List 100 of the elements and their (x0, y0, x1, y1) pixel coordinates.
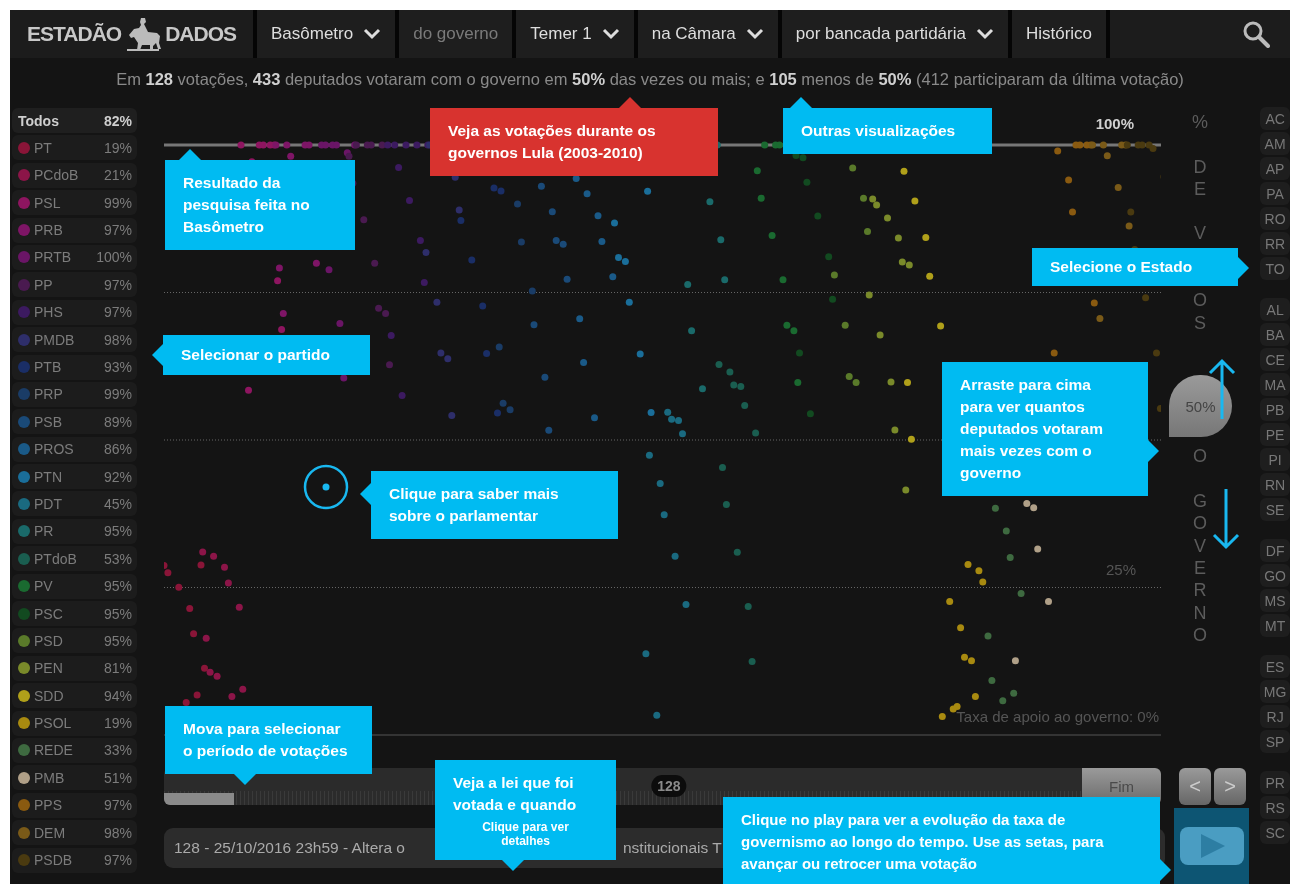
party-percentage: 98% (103, 331, 132, 348)
state-filter-button[interactable]: ES (1260, 655, 1290, 678)
party-name: PSB (34, 413, 62, 430)
party-filter-item[interactable]: SDD 94% (12, 683, 137, 709)
summary-text: Em 128 votações, 433 deputados votaram com o governo em 50% das vezes ou mais; e 105 menos de 50% (412 participaram da última votação) (115, 69, 1185, 90)
party-percentage: 86% (103, 441, 132, 458)
state-filter-button[interactable]: PI (1260, 448, 1290, 471)
help-tooltip[interactable]: Arraste para cima para ver quantos deputados votaram mais vezes com o governo (942, 362, 1148, 496)
state-filter-button[interactable]: RJ (1260, 705, 1290, 728)
party-filter-item[interactable]: PT 19% (12, 135, 137, 161)
party-name: PT (34, 139, 52, 156)
state-filter-button[interactable]: SC (1260, 821, 1290, 844)
party-filter-item[interactable]: PTdoB 53% (12, 546, 137, 572)
help-tooltip[interactable]: Mova para selecionar o período de votações (165, 706, 372, 774)
play-button[interactable] (1179, 827, 1244, 865)
party-name: DEM (34, 824, 66, 841)
party-filter-item[interactable]: PDT 45% (12, 491, 137, 517)
party-percentage: 51% (103, 769, 132, 786)
party-filter-item[interactable]: PCdoB 21% (12, 162, 137, 188)
help-tooltip[interactable]: Clique para saber mais sobre o parlamentar (371, 471, 618, 539)
state-filter-button[interactable]: CE (1260, 348, 1290, 371)
state-filter-button[interactable]: SE (1260, 498, 1290, 521)
party-filter-item[interactable]: PRP 99% (12, 381, 137, 407)
state-filter-button[interactable]: AL (1260, 298, 1290, 321)
party-percentage: 97% (103, 222, 132, 239)
slider-thumb[interactable]: 128 (651, 775, 687, 797)
help-tooltip[interactable]: Selecione o Estado (1032, 248, 1238, 286)
range-handle[interactable] (164, 793, 234, 805)
party-filter-item[interactable]: PEN 81% (12, 655, 137, 681)
logo-text: DADOS (165, 22, 236, 46)
help-tooltip[interactable]: Resultado da pesquisa feita no Basômetro (165, 160, 355, 250)
search-icon[interactable] (1242, 20, 1270, 48)
callout-text: Selecione o Estado (1050, 257, 1194, 277)
step-button[interactable]: < (1179, 768, 1211, 805)
help-tooltip[interactable]: Veja a lei que foi votada e quando Clique para ver detalhes (435, 760, 616, 860)
step-button[interactable]: > (1214, 768, 1246, 805)
state-filter-button[interactable]: PE (1260, 423, 1290, 446)
state-filter-button[interactable]: RN (1260, 473, 1290, 496)
axis-letters: DE (1192, 155, 1208, 201)
party-name: PSC (34, 605, 63, 622)
party-filter-item[interactable]: PSC 95% (12, 601, 137, 627)
party-filter-item[interactable]: PV 95% (12, 573, 137, 599)
party-filter-item[interactable]: PTB 93% (12, 354, 137, 380)
state-filter-button[interactable]: MS (1260, 589, 1290, 612)
state-filter-button[interactable]: BA (1260, 323, 1290, 346)
axis-letters: V (1193, 222, 1207, 245)
party-percentage: 93% (103, 359, 132, 375)
state-filter-button[interactable]: SP (1260, 730, 1290, 753)
state-filter-button[interactable]: RR (1260, 232, 1290, 255)
axis-letters: GOVERNO (1192, 490, 1208, 647)
state-filter-button[interactable]: AM (1260, 132, 1290, 155)
party-filter-item[interactable]: PSB 89% (12, 409, 137, 435)
state-filter-button[interactable]: RS (1260, 796, 1290, 819)
party-percentage: 97% (103, 276, 132, 293)
party-filter-item[interactable]: PMDB 98% (12, 327, 137, 353)
party-filter-item[interactable]: PRTB 100% (12, 244, 137, 270)
party-filter-item[interactable]: Todos 82% (12, 108, 137, 133)
help-tooltip[interactable]: Outras visualizações (783, 108, 992, 154)
state-filter-button[interactable]: PA (1260, 182, 1290, 205)
party-name: PHS (34, 304, 63, 321)
state-filter-button[interactable]: MT (1260, 614, 1290, 637)
state-filter-button[interactable]: MA (1260, 373, 1290, 396)
state-filter-button[interactable]: AC (1260, 107, 1290, 130)
party-name: Todos (18, 112, 59, 129)
party-filter-item[interactable]: PRB 97% (12, 217, 137, 243)
party-filter-item[interactable]: PROS 86% (12, 436, 137, 462)
party-filter-item[interactable]: PMB 51% (12, 765, 137, 791)
help-tooltip[interactable]: Clique no play para ver a evolução da taxa de governismo ao longo do tempo. Use as setas, para avançar ou retrocer uma votação (723, 797, 1160, 884)
party-filter-item[interactable]: PPS 97% (12, 792, 137, 818)
party-percentage: 99% (103, 194, 132, 211)
party-filter-item[interactable]: PSD 95% (12, 628, 137, 654)
help-tooltip[interactable]: Veja as votações durante os governos Lula (2003-2010) (430, 108, 718, 176)
help-tooltip[interactable]: Selecionar o partido (163, 335, 370, 375)
party-percentage: 95% (103, 578, 132, 595)
party-filter-item[interactable]: DEM 98% (12, 820, 137, 846)
party-name: PRP (34, 386, 63, 403)
party-filter-item[interactable]: PSDB 97% (12, 847, 137, 873)
axis-letters: % (1191, 111, 1209, 134)
state-filter-button[interactable]: MG (1260, 680, 1290, 703)
state-filter-button[interactable]: TO (1260, 257, 1290, 280)
party-percentage: 98% (103, 824, 132, 841)
party-name: PV (34, 578, 53, 595)
party-filter-item[interactable]: PSOL 19% (12, 710, 137, 736)
selected-point-marker[interactable] (303, 464, 349, 510)
party-filter-item[interactable]: PP 97% (12, 272, 137, 298)
party-percentage: 97% (103, 797, 132, 814)
party-percentage: 99% (103, 386, 132, 403)
state-filter-button[interactable]: GO (1260, 564, 1290, 587)
party-filter-item[interactable]: REDE 33% (12, 738, 137, 763)
party-filter-item[interactable]: PHS 97% (12, 299, 137, 325)
state-filter-button[interactable]: PR (1260, 771, 1290, 794)
state-filter-button[interactable]: AP (1260, 157, 1290, 180)
state-filter-button[interactable]: RO (1260, 207, 1290, 230)
party-filter-item[interactable]: PR 95% (12, 518, 137, 544)
party-filter-item[interactable]: PSL 99% (12, 190, 137, 216)
state-filter-button[interactable]: PB (1260, 398, 1290, 421)
state-filter-button[interactable]: DF (1260, 539, 1290, 562)
party-percentage: 97% (103, 304, 132, 321)
party-filter-item[interactable]: PTN 92% (12, 464, 137, 490)
drag-handle[interactable]: 50% (1169, 375, 1232, 437)
